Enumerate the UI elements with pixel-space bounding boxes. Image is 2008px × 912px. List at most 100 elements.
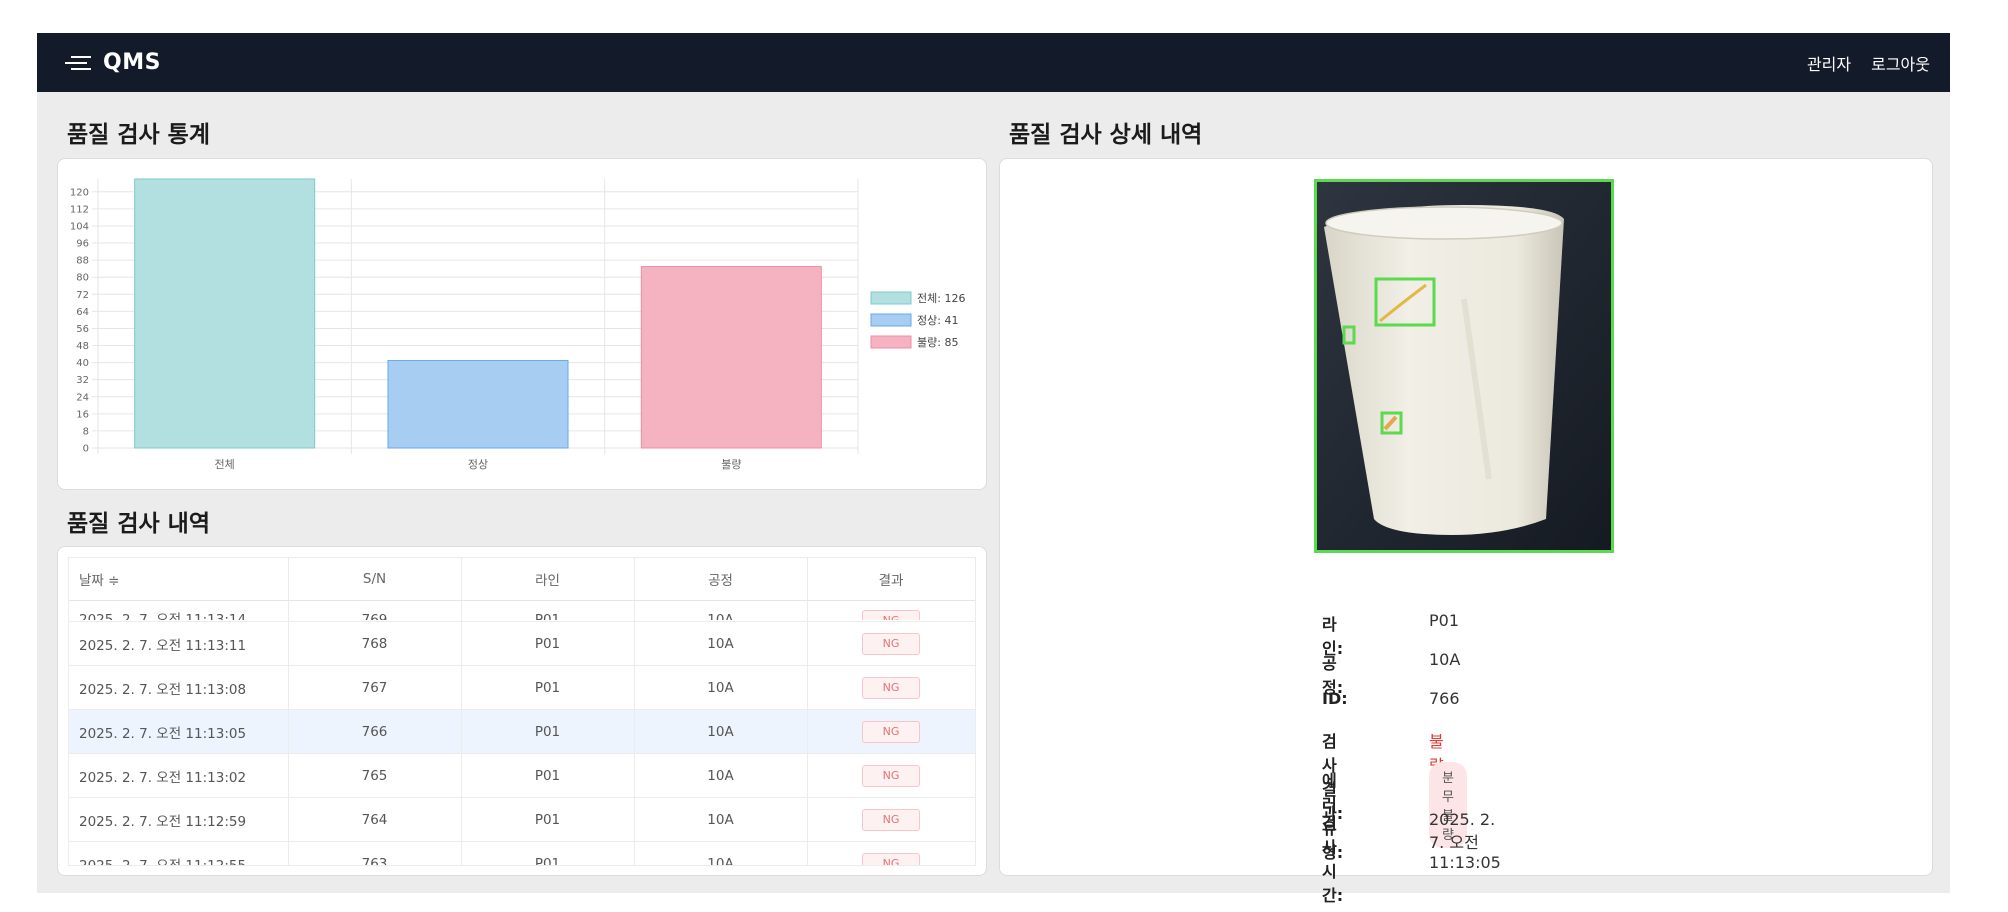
table-row[interactable]: 2025. 2. 7. 오전 11:12:55 763 P01 10A NG	[69, 841, 975, 865]
menu-icon[interactable]	[63, 53, 93, 73]
top-navigation-bar: QMS 관리자 로그아웃	[37, 33, 1950, 92]
legend-swatch	[870, 291, 912, 305]
legend-swatch	[870, 313, 912, 327]
result-cell: NG	[807, 621, 975, 666]
line-cell: P01	[461, 621, 635, 666]
ng-badge: NG	[862, 808, 920, 831]
legend-label: 불량: 85	[917, 336, 958, 349]
sn-cell: 766	[288, 709, 462, 754]
line-cell: P01	[461, 709, 635, 754]
ng-badge: NG	[862, 632, 920, 655]
bar-2	[640, 266, 822, 449]
ng-badge: NG	[862, 852, 920, 865]
line-cell: P01	[461, 753, 635, 798]
sn-cell: 764	[288, 797, 462, 842]
x-tick-label: 불량	[721, 458, 741, 471]
y-tick-label: 88	[76, 256, 89, 267]
y-tick-label: 112	[70, 204, 89, 215]
ng-badge: NG	[862, 676, 920, 699]
result-cell: NG	[807, 753, 975, 798]
x-tick-label: 전체	[215, 458, 235, 471]
y-tick-label: 24	[76, 392, 89, 403]
date-cell: 2025. 2. 7. 오전 11:13:11	[69, 621, 289, 666]
y-tick-label: 56	[76, 324, 89, 335]
app-shell: QMS 관리자 로그아웃 품질 검사 통계 0 8 16 24 32 40 48 56 64 72…	[37, 33, 1950, 905]
sn-cell: 767	[288, 665, 462, 710]
bar-0	[134, 178, 316, 449]
table-row[interactable]: 2025. 2. 7. 오전 11:13:11 768 P01 10A NG	[69, 621, 975, 666]
y-tick-label: 80	[76, 273, 89, 284]
ng-badge: NG	[862, 720, 920, 743]
line-value: P01	[1429, 611, 1460, 630]
legend-label: 정상: 41	[917, 314, 958, 327]
legend-label: 전체: 126	[917, 292, 965, 305]
logout-link[interactable]: 로그아웃	[1871, 51, 1930, 75]
table-row[interactable]: 2025. 2. 7. 오전 11:12:59 764 P01 10A NG	[69, 797, 975, 842]
sn-cell: 763	[288, 841, 462, 865]
y-tick-label: 104	[70, 221, 89, 232]
table-row[interactable]: 2025. 2. 7. 오전 11:13:02 765 P01 10A NG	[69, 753, 975, 798]
history-table-container[interactable]: 날짜 ≑ S/N 라인 공정 결과 2025. 2. 7. 오전 11:13:1…	[68, 557, 976, 866]
line-cell: P01	[461, 600, 635, 622]
legend-swatch	[870, 335, 912, 349]
y-tick-label: 8	[83, 426, 89, 437]
result-cell: NG	[807, 841, 975, 865]
sn-cell: 768	[288, 621, 462, 666]
table-row[interactable]: 2025. 2. 7. 오전 11:13:05 766 P01 10A NG	[69, 709, 975, 754]
detail-title: 품질 검사 상세 내역	[1009, 122, 1203, 148]
result-cell: NG	[807, 665, 975, 710]
line-cell: P01	[461, 797, 635, 842]
brand-name: QMS	[103, 50, 161, 75]
history-title: 품질 검사 내역	[67, 511, 210, 537]
sn-cell: 765	[288, 753, 462, 798]
y-tick-label: 72	[76, 290, 89, 301]
id-label: ID:	[1322, 689, 1348, 708]
brand[interactable]: QMS	[63, 33, 161, 92]
date-cell: 2025. 2. 7. 오전 11:13:08	[69, 665, 289, 710]
process-cell: 10A	[634, 753, 808, 798]
column-header-process: 공정	[634, 558, 808, 601]
detail-card: 라인: P01 공정: 10A ID: 766 검사 결과: 불량 에러 유형:…	[999, 158, 1933, 905]
bar-1	[387, 359, 569, 449]
table-row[interactable]: 2025. 2. 7. 오전 11:13:08 767 P01 10A NG	[69, 665, 975, 710]
inspection-time-label: 검사 시간:	[1322, 814, 1344, 905]
y-tick-label: 120	[70, 187, 89, 198]
stats-bar-chart: 0 8 16 24 32 40 48 56 64 72 80 88 96 104 112 120 전체 정상 불량 전…	[70, 178, 965, 471]
x-tick-label: 정상	[468, 458, 488, 471]
inspection-image	[1314, 179, 1614, 553]
admin-link[interactable]: 관리자	[1807, 51, 1851, 75]
line-cell: P01	[461, 841, 635, 865]
result-cell: NG	[807, 600, 975, 622]
table-row-partial[interactable]: 2025. 2. 7. 오전 11:13:14769P0110A NG	[69, 600, 975, 622]
id-value: 766	[1429, 689, 1460, 708]
date-cell: 2025. 2. 7. 오전 11:13:14	[69, 600, 289, 622]
ng-badge: NG	[862, 764, 920, 787]
process-cell: 10A	[634, 621, 808, 666]
column-header-result: 결과	[807, 558, 975, 601]
process-cell: 10A	[634, 841, 808, 865]
date-cell: 2025. 2. 7. 오전 11:12:59	[69, 797, 289, 842]
column-header-line: 라인	[461, 558, 635, 601]
y-tick-label: 16	[76, 409, 89, 420]
y-tick-label: 96	[76, 239, 89, 250]
date-cell: 2025. 2. 7. 오전 11:12:55	[69, 841, 289, 865]
y-tick-label: 64	[76, 307, 89, 318]
process-cell: 10A	[634, 709, 808, 754]
line-cell: P01	[461, 665, 635, 710]
column-header-date[interactable]: 날짜 ≑	[69, 558, 289, 601]
process-cell: 10A	[634, 665, 808, 710]
process-cell: 10A	[634, 797, 808, 842]
result-cell: NG	[807, 709, 975, 754]
history-table: 날짜 ≑ S/N 라인 공정 결과 2025. 2. 7. 오전 11:13:1…	[69, 558, 975, 865]
history-card: 날짜 ≑ S/N 라인 공정 결과 2025. 2. 7. 오전 11:13:1…	[57, 546, 987, 876]
column-header-sn: S/N	[288, 558, 462, 601]
stats-title: 품질 검사 통계	[67, 122, 210, 148]
inspection-time-value: 2025. 2. 7. 오전 11:13:05	[1429, 810, 1501, 872]
date-cell: 2025. 2. 7. 오전 11:13:05	[69, 709, 289, 754]
date-cell: 2025. 2. 7. 오전 11:13:02	[69, 753, 289, 798]
y-tick-label: 32	[76, 375, 89, 386]
ng-badge: NG	[862, 610, 920, 620]
process-value: 10A	[1429, 650, 1461, 669]
sn-cell: 769	[288, 600, 462, 622]
user-menu: 관리자 로그아웃	[1807, 33, 1930, 92]
